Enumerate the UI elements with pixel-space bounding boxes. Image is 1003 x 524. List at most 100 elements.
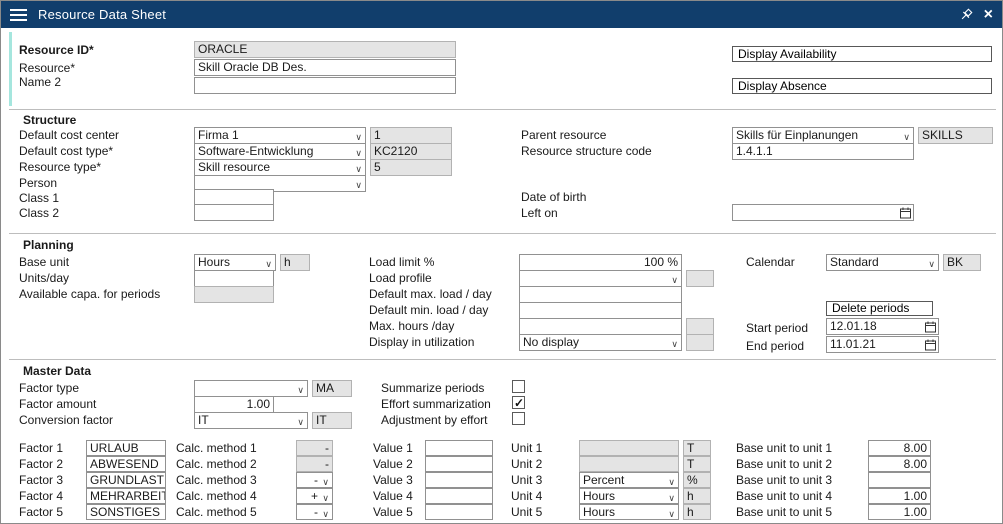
adjustment-by-effort-checkbox[interactable] [512, 412, 525, 425]
resource-structure-code-label: Resource structure code [521, 145, 652, 158]
left-on-label: Left on [521, 207, 558, 220]
default-cost-type-code: KC2120 [370, 143, 452, 160]
default-min-load-field[interactable] [519, 302, 682, 319]
resource-type-select[interactable]: Skill resource [194, 159, 366, 176]
structure-separator [9, 109, 996, 110]
base-unit-select[interactable]: Hours [194, 254, 276, 271]
person-label: Person [19, 177, 57, 190]
factor4-field[interactable]: MEHRARBEIT [86, 488, 166, 504]
parent-resource-select[interactable]: Skills für Einplanungen [732, 127, 914, 144]
base-unit-to-unit1-field[interactable]: 8.00 [868, 440, 931, 456]
effort-summarization-checkbox[interactable] [512, 396, 525, 409]
factor5-label: Factor 5 [19, 506, 63, 519]
window-title: Resource Data Sheet [38, 7, 166, 22]
unit5-select[interactable]: Hours [579, 504, 679, 520]
factor1-field[interactable]: URLAUB [86, 440, 166, 456]
load-limit-field[interactable]: 100 % [519, 254, 682, 271]
unit4-select[interactable]: Hours [579, 488, 679, 504]
units-per-day-label: Units/day [19, 272, 69, 285]
summarize-periods-label: Summarize periods [381, 382, 484, 395]
factor-type-select[interactable] [194, 380, 308, 397]
menu-icon[interactable] [10, 6, 27, 24]
base-unit-to-unit4-field[interactable]: 1.00 [868, 488, 931, 504]
calc-method3-label: Calc. method 3 [176, 474, 257, 487]
value1-field[interactable] [425, 440, 493, 456]
factor2-field[interactable]: ABWESEND [86, 456, 166, 472]
unit3-select[interactable]: Percent [579, 472, 679, 488]
available-capa-field [194, 286, 274, 303]
calc-method5-select[interactable]: - [296, 504, 333, 520]
unit3-label: Unit 3 [511, 474, 542, 487]
effort-summarization-label: Effort summarization [381, 398, 491, 411]
max-hours-day-field[interactable] [519, 318, 682, 335]
value3-field[interactable] [425, 472, 493, 488]
planning-separator [9, 233, 996, 234]
unit4-code: h [683, 488, 711, 504]
resource-structure-code-field[interactable]: 1.4.1.1 [732, 143, 914, 160]
load-profile-unit-box [686, 270, 714, 287]
calc-method5-label: Calc. method 5 [176, 506, 257, 519]
base-unit-to-unit3-label: Base unit to unit 3 [736, 474, 832, 487]
factor3-field[interactable]: GRUNDLAST [86, 472, 166, 488]
factor2-label: Factor 2 [19, 458, 63, 471]
calc-method2-label: Calc. method 2 [176, 458, 257, 471]
display-absence-button[interactable]: Display Absence [732, 78, 992, 94]
default-max-load-label: Default max. load / day [369, 288, 492, 301]
factor5-field[interactable]: SONSTIGES [86, 504, 166, 520]
calc-method4-label: Calc. method 4 [176, 490, 257, 503]
unit4-label: Unit 4 [511, 490, 542, 503]
calendar-icon[interactable] [900, 207, 911, 219]
load-limit-label: Load limit % [369, 256, 434, 269]
resource-id-field: ORACLE [194, 41, 456, 58]
calc-method2-field: - [296, 456, 333, 472]
close-icon[interactable]: × [984, 7, 993, 23]
value1-label: Value 1 [373, 442, 413, 455]
calc-method3-select[interactable]: - [296, 472, 333, 488]
pin-icon[interactable] [959, 8, 973, 22]
resource-data-sheet-window: Resource Data Sheet × Resource ID* ORACL… [0, 0, 1003, 524]
calc-method4-select[interactable]: + [296, 488, 333, 504]
end-period-label: End period [746, 340, 804, 353]
conversion-factor-label: Conversion factor [19, 414, 113, 427]
section-accent-bar [9, 32, 12, 106]
resource-type-code: 5 [370, 159, 452, 176]
calendar-select[interactable]: Standard [826, 254, 939, 271]
factor4-label: Factor 4 [19, 490, 63, 503]
default-cost-center-label: Default cost center [19, 129, 119, 142]
base-unit-to-unit3-field[interactable] [868, 472, 931, 488]
base-unit-to-unit4-label: Base unit to unit 4 [736, 490, 832, 503]
base-unit-to-unit5-field[interactable]: 1.00 [868, 504, 931, 520]
delete-periods-button[interactable]: Delete periods [826, 301, 933, 316]
available-capa-label: Available capa. for periods [19, 288, 160, 301]
resource-field[interactable]: Skill Oracle DB Des. [194, 59, 456, 76]
name2-field[interactable] [194, 77, 456, 94]
display-in-utilization-select[interactable]: No display [519, 334, 682, 351]
base-unit-to-unit2-field[interactable]: 8.00 [868, 456, 931, 472]
calendar-icon[interactable] [925, 339, 936, 351]
value2-field[interactable] [425, 456, 493, 472]
class2-label: Class 2 [19, 207, 59, 220]
calendar-icon[interactable] [925, 321, 936, 333]
conversion-factor-select[interactable]: IT [194, 412, 308, 429]
factor-amount-field[interactable]: 1.00 [194, 396, 274, 413]
unit1-label: Unit 1 [511, 442, 542, 455]
value3-label: Value 3 [373, 474, 413, 487]
units-per-day-field[interactable] [194, 270, 274, 287]
value5-field[interactable] [425, 504, 493, 520]
load-profile-select[interactable] [519, 270, 682, 287]
display-availability-button[interactable]: Display Availability [732, 46, 992, 62]
default-cost-type-select[interactable]: Software-Entwicklung [194, 143, 366, 160]
start-period-field[interactable]: 12.01.18 [826, 318, 939, 335]
value2-label: Value 2 [373, 458, 413, 471]
start-period-value: 12.01.18 [830, 319, 877, 333]
resource-type-label: Resource type* [19, 161, 101, 174]
default-cost-center-select[interactable]: Firma 1 [194, 127, 366, 144]
unit2-label: Unit 2 [511, 458, 542, 471]
class2-field[interactable] [194, 204, 274, 221]
factor1-label: Factor 1 [19, 442, 63, 455]
end-period-field[interactable]: 11.01.21 [826, 336, 939, 353]
summarize-periods-checkbox[interactable] [512, 380, 525, 393]
value4-field[interactable] [425, 488, 493, 504]
default-max-load-field[interactable] [519, 286, 682, 303]
left-on-field[interactable] [732, 204, 914, 221]
